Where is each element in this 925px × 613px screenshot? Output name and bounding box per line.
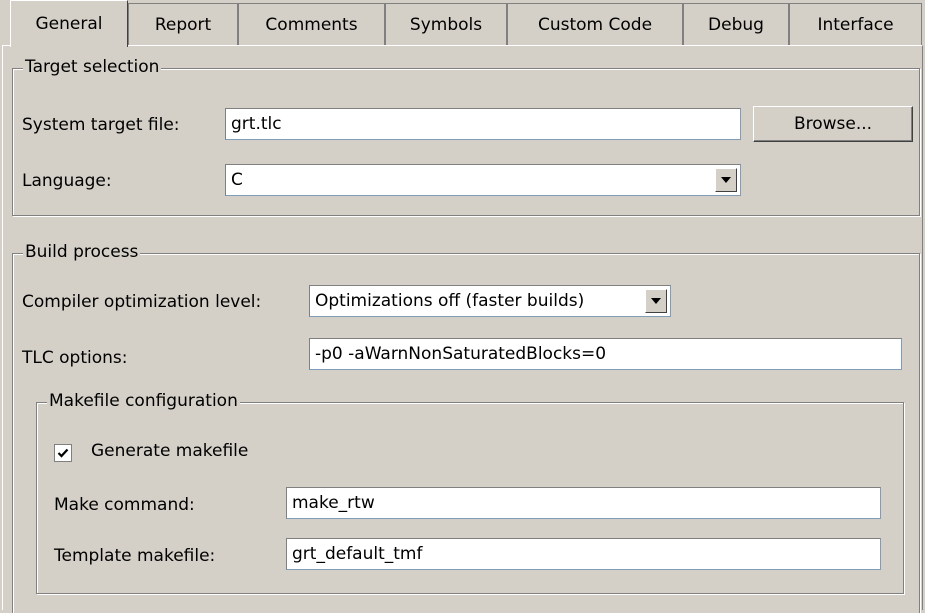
- make-command-label: Make command:: [54, 495, 195, 515]
- tlc-options-label: TLC options:: [22, 348, 128, 368]
- chevron-down-icon[interactable]: [715, 168, 737, 192]
- tlc-options-value: -p0 -aWarnNonSaturatedBlocks=0: [315, 344, 607, 364]
- tab-comments[interactable]: Comments: [238, 3, 385, 45]
- make-command-value: make_rtw: [292, 493, 375, 513]
- tab-comments-label: Comments: [265, 14, 358, 35]
- tab-general-label: General: [35, 14, 103, 34]
- tab-symbols[interactable]: Symbols: [385, 3, 507, 45]
- language-value: C: [231, 170, 243, 190]
- tab-report[interactable]: Report: [128, 3, 238, 45]
- tab-debug-label: Debug: [708, 14, 764, 35]
- tab-interface[interactable]: Interface: [789, 3, 922, 45]
- template-makefile-label: Template makefile:: [54, 546, 216, 566]
- generate-makefile-checkbox[interactable]: [54, 444, 72, 462]
- chevron-down-icon[interactable]: [645, 289, 667, 313]
- generate-makefile-label: Generate makefile: [91, 441, 249, 461]
- build-process-legend: Build process: [23, 242, 141, 262]
- compiler-optimization-select[interactable]: Optimizations off (faster builds): [309, 285, 671, 317]
- system-target-file-label: System target file:: [22, 115, 180, 135]
- tlc-options-input[interactable]: -p0 -aWarnNonSaturatedBlocks=0: [309, 338, 902, 370]
- tab-debug[interactable]: Debug: [683, 3, 789, 45]
- tab-interface-label: Interface: [817, 14, 894, 35]
- language-select[interactable]: C: [225, 164, 741, 196]
- browse-button[interactable]: Browse...: [753, 106, 913, 142]
- compiler-optimization-label: Compiler optimization level:: [22, 292, 262, 312]
- system-target-file-value: grt.tlc: [231, 114, 282, 134]
- tab-general[interactable]: General: [10, 0, 128, 47]
- tab-report-label: Report: [154, 14, 212, 35]
- tab-strip: General Report Comments Symbols Custom C…: [0, 0, 925, 47]
- compiler-optimization-value: Optimizations off (faster builds): [315, 291, 585, 311]
- template-makefile-input[interactable]: grt_default_tmf: [286, 538, 881, 570]
- tab-custom-code-label: Custom Code: [537, 14, 653, 35]
- language-label: Language:: [22, 171, 112, 191]
- target-selection-legend: Target selection: [23, 57, 162, 77]
- make-command-input[interactable]: make_rtw: [286, 487, 881, 519]
- template-makefile-value: grt_default_tmf: [292, 544, 423, 564]
- makefile-configuration-legend: Makefile configuration: [47, 391, 240, 411]
- tab-custom-code[interactable]: Custom Code: [507, 3, 683, 45]
- browse-button-label: Browse...: [793, 114, 873, 134]
- checkmark-icon: [57, 448, 69, 458]
- system-target-file-input[interactable]: grt.tlc: [225, 108, 741, 140]
- tab-symbols-label: Symbols: [409, 14, 483, 35]
